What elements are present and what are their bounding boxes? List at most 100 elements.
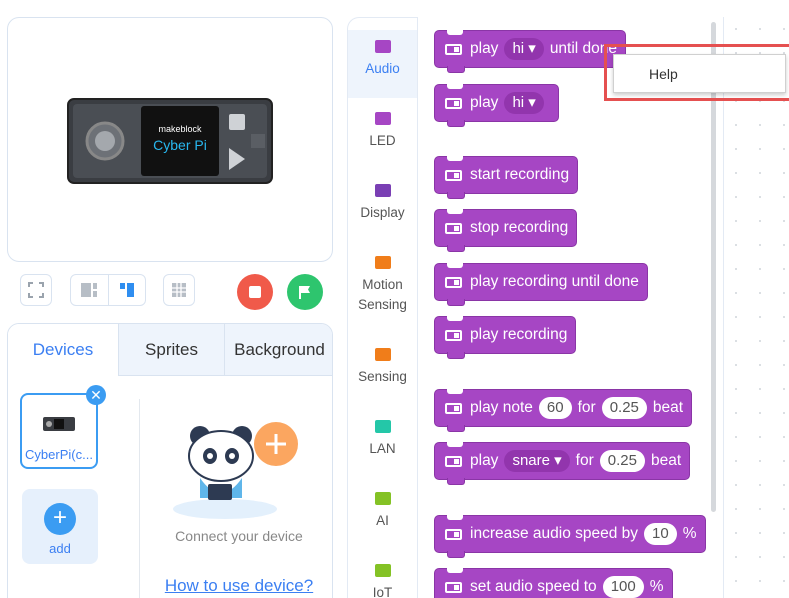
category-lan[interactable]: LAN (348, 416, 417, 478)
beat-input[interactable]: 0.25 (599, 450, 645, 472)
category-sensing-label: Sensing (358, 369, 407, 384)
fullscreen-button[interactable] (20, 274, 52, 306)
block-play-recording-until-done[interactable]: play recording until done (434, 263, 648, 306)
block-stop-recording[interactable]: stop recording (434, 209, 578, 252)
remove-device-icon[interactable]: ✕ (86, 385, 106, 405)
stage-preview: makeblock Cyber Pi (7, 17, 333, 262)
block-text: stop recording (470, 219, 569, 236)
block-text: increase audio speed by (470, 525, 639, 542)
category-sensing[interactable]: Sensing (348, 344, 417, 406)
block-play-recording[interactable]: play recording (434, 316, 577, 359)
stop-button[interactable] (237, 274, 273, 310)
block-text: play (470, 94, 499, 111)
iot-category-icon (374, 564, 391, 577)
category-audio[interactable]: Audio (348, 30, 417, 98)
category-motion-sensing[interactable]: Motion Sensing (348, 252, 417, 332)
panel-divider (139, 399, 140, 598)
block-play-note[interactable]: play note 60 for 0.25 beat (434, 389, 693, 432)
block-text: play recording until done (470, 273, 639, 290)
category-audio-label: Audio (365, 61, 400, 76)
drum-dropdown[interactable]: snare ▾ (504, 450, 570, 472)
block-text: beat (652, 399, 684, 416)
audio-category-icon (374, 40, 391, 53)
device-item-label: CyberPi(c... (25, 447, 93, 462)
motion-sensing-category-icon (374, 256, 391, 269)
how-to-use-link[interactable]: How to use device? (143, 576, 332, 596)
category-lan-label: LAN (369, 441, 396, 456)
fullscreen-icon (28, 282, 44, 298)
category-iot-label: IoT (372, 585, 393, 598)
device-name-text: Cyber Pi (153, 137, 207, 153)
sensing-category-icon (374, 348, 391, 361)
block-text: play (470, 452, 499, 469)
sprite-device-panel: Devices Sprites Background CyberPi(c... … (7, 323, 333, 598)
category-iot[interactable]: IoT (348, 560, 417, 598)
add-icon: + (44, 503, 76, 535)
block-play-drum[interactable]: play snare ▾ for 0.25 beat (434, 442, 691, 485)
audio-block-icon (445, 581, 462, 593)
script-workspace[interactable] (723, 17, 789, 598)
stop-icon (249, 286, 261, 298)
category-motion-sensing-label: Motion Sensing (358, 277, 407, 312)
context-menu-help[interactable]: Help (613, 54, 786, 93)
block-text: play note (470, 399, 533, 416)
add-label: add (49, 541, 71, 556)
category-ai[interactable]: AI (348, 488, 417, 550)
block-text: start recording (470, 166, 570, 183)
add-device-button[interactable]: + add (22, 489, 98, 564)
audio-block-icon (445, 169, 462, 181)
block-text: play recording (470, 326, 568, 343)
tab-sprites[interactable]: Sprites (118, 324, 224, 376)
led-category-icon (374, 112, 391, 125)
block-increase-audio-speed[interactable]: increase audio speed by 10 % (434, 515, 706, 558)
layout-small-button[interactable] (109, 275, 146, 305)
block-text: play (470, 40, 499, 57)
layout-split-button[interactable] (71, 275, 109, 305)
category-display-label: Display (360, 205, 405, 220)
audio-block-icon (445, 455, 462, 467)
category-led-label: LED (369, 133, 396, 148)
tab-background[interactable]: Background (224, 324, 332, 376)
note-input[interactable]: 60 (538, 397, 572, 419)
sound-dropdown[interactable]: hi ▾ (504, 38, 544, 60)
context-menu-help-label: Help (649, 65, 678, 82)
block-set-audio-speed[interactable]: set audio speed to 100 % (434, 568, 673, 598)
grid-button[interactable] (163, 274, 195, 306)
device-brand-text: makeblock (158, 124, 202, 134)
layout-split-icon (81, 283, 98, 297)
audio-block-icon (445, 402, 462, 414)
category-led[interactable]: LED (348, 108, 417, 170)
panda-illustration (173, 422, 298, 519)
audio-block-icon (445, 329, 462, 341)
speed-input[interactable]: 10 (644, 523, 677, 545)
lan-category-icon (374, 420, 391, 433)
block-start-recording[interactable]: start recording (434, 156, 579, 199)
connect-device-text: Connect your device (175, 528, 303, 544)
device-item-cyberpi[interactable]: CyberPi(c... ✕ (20, 385, 106, 469)
category-display[interactable]: Display (348, 180, 417, 242)
cyberpi-thumb-icon (43, 417, 75, 431)
audio-block-icon (445, 43, 462, 55)
cyberpi-device-image: makeblock Cyber Pi (67, 98, 273, 184)
run-button[interactable] (287, 274, 323, 310)
top-bar (0, 0, 789, 14)
layout-small-icon (119, 283, 134, 297)
block-play[interactable]: play hi ▾ (434, 84, 559, 127)
block-text: for (577, 399, 596, 416)
beat-input[interactable]: 0.25 (601, 397, 647, 419)
block-text: beat (650, 452, 682, 469)
block-text: set audio speed to (470, 578, 597, 595)
block-play-until-done[interactable]: play hi ▾ until done (434, 30, 627, 73)
block-category-bar: Audio LED Display Motion Sensing Sensing… (347, 17, 417, 598)
layout-switch[interactable] (70, 274, 146, 306)
category-ai-label: AI (376, 513, 389, 528)
audio-block-icon (445, 222, 462, 234)
grid-icon (172, 283, 186, 297)
tab-devices[interactable]: Devices (8, 324, 118, 376)
speed-input[interactable]: 100 (602, 576, 644, 598)
block-text: % (649, 578, 664, 595)
sound-dropdown[interactable]: hi ▾ (504, 92, 544, 114)
audio-block-icon (445, 97, 462, 109)
ai-category-icon (374, 492, 391, 505)
audio-block-icon (445, 276, 462, 288)
